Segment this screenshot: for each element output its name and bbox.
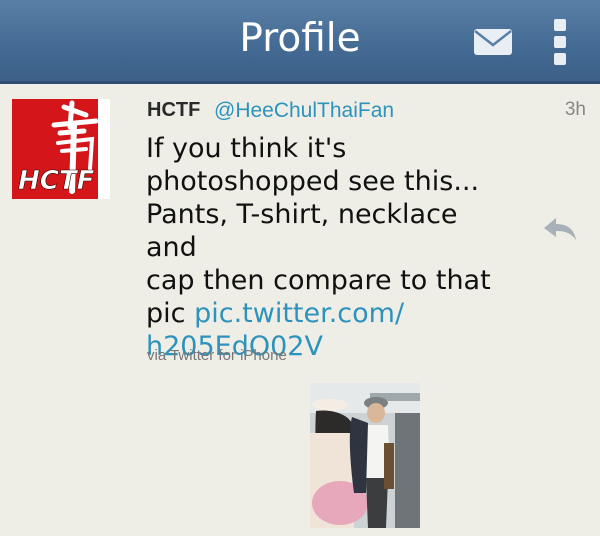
tweet-text-line: cap then compare to that	[146, 265, 491, 296]
action-bar: Profile	[0, 0, 600, 84]
tweet-text-line: If you think it's	[146, 133, 347, 164]
photo-thumbnail[interactable]	[310, 383, 420, 528]
reply-icon[interactable]	[540, 212, 580, 246]
author-handle[interactable]: @HeeChulThaiFan	[214, 99, 394, 123]
author-name[interactable]: HCTF	[147, 99, 200, 122]
tweet-link[interactable]: pic.twitter.com/	[194, 298, 404, 329]
tweet-timestamp: 3h	[564, 99, 586, 120]
tweet-text: If you think it's photoshopped see this.…	[146, 132, 516, 363]
tweet-text-line: photoshopped see this...	[146, 166, 480, 197]
tweet-text-line: pic	[146, 298, 195, 329]
envelope-icon[interactable]	[470, 22, 520, 62]
avatar[interactable]: HCTF	[12, 99, 110, 199]
tweet-text-line: Pants, T-shirt, necklace and	[146, 199, 458, 263]
avatar-logo-text: HCTF	[18, 166, 95, 196]
tweet-source: via Twitter for iPhone	[147, 347, 287, 364]
overflow-menu-icon[interactable]	[545, 14, 575, 70]
